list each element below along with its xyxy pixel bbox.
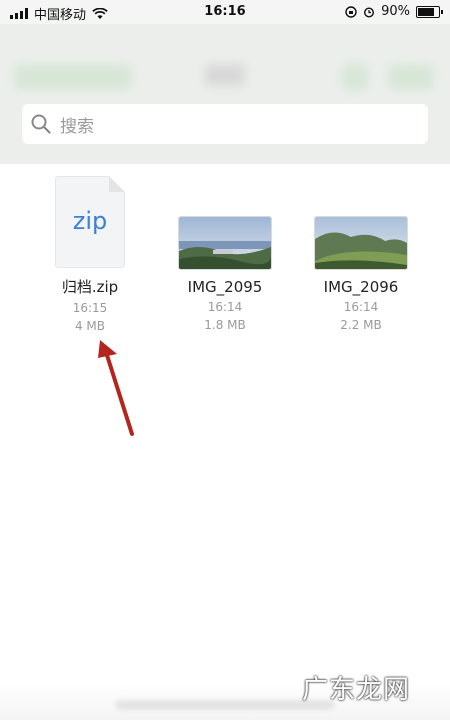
file-name: IMG_2095	[187, 278, 263, 296]
file-item-img-2096[interactable]: IMG_2096 16:14 2.2 MB	[300, 216, 422, 332]
file-size: 1.8 MB	[204, 318, 246, 332]
header: 搜索	[0, 24, 450, 164]
search-field[interactable]: 搜索	[22, 104, 428, 144]
file-size: 2.2 MB	[340, 318, 382, 332]
file-item-img-2095[interactable]: IMG_2095 16:14 1.8 MB	[164, 216, 286, 332]
file-time: 16:14	[207, 300, 243, 314]
rotation-lock-icon	[345, 5, 357, 18]
status-right: 90%	[345, 4, 443, 19]
status-bar: 中国移动 16:16 90%	[0, 0, 450, 24]
file-time: 16:15	[72, 301, 108, 315]
battery-icon	[416, 5, 443, 18]
watermark: 广东龙网	[301, 675, 410, 705]
nav-title-blurred	[205, 64, 245, 86]
search-placeholder: 搜索	[60, 116, 94, 137]
file-name: IMG_2096	[323, 278, 399, 296]
image-thumbnail	[314, 216, 408, 270]
back-button-blurred[interactable]	[14, 64, 132, 90]
annotation-arrow-icon	[98, 340, 134, 436]
done-button-blurred[interactable]	[388, 64, 434, 90]
file-time: 16:14	[343, 300, 379, 314]
file-name: 归档.zip	[61, 278, 119, 296]
navigation-bar-blurred	[0, 30, 450, 100]
action-icon-blurred[interactable]	[340, 62, 370, 92]
zip-file-icon: zip	[55, 176, 125, 268]
file-size: 4 MB	[74, 319, 106, 333]
search-icon	[31, 114, 51, 134]
zip-icon-label: zip	[72, 207, 108, 235]
battery-percent: 90%	[381, 4, 410, 19]
image-thumbnail	[178, 216, 272, 270]
file-item-zip[interactable]: zip 归档.zip 16:15 4 MB	[40, 176, 140, 333]
alarm-icon	[364, 6, 375, 18]
